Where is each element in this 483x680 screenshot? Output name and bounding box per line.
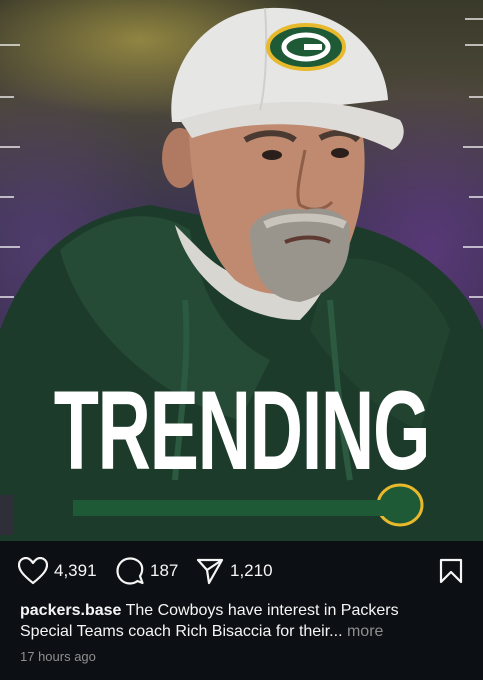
action-bar: 4,391 187 1,210 xyxy=(0,548,483,594)
share-button[interactable]: 1,210 xyxy=(196,556,273,586)
comment-button[interactable]: 187 xyxy=(116,556,178,586)
share-count: 1,210 xyxy=(230,561,273,580)
headline-text: TRENDING xyxy=(53,368,431,493)
caption-username[interactable]: packers.base xyxy=(20,602,121,619)
heart-icon xyxy=(18,557,48,585)
caption: packers.base The Cowboys have interest i… xyxy=(20,600,470,642)
caption-text-line2: Special Teams coach Rich Bisaccia for th… xyxy=(20,623,343,640)
post-timestamp: 17 hours ago xyxy=(20,649,96,664)
post-image[interactable]: TRENDING xyxy=(0,0,483,541)
bookmark-icon xyxy=(439,558,463,584)
like-count: 4,391 xyxy=(54,561,97,580)
save-button[interactable] xyxy=(439,558,463,589)
send-icon xyxy=(196,558,224,585)
headline: TRENDING xyxy=(0,356,483,506)
like-button[interactable]: 4,391 xyxy=(18,556,97,586)
caption-more-link[interactable]: more xyxy=(347,623,383,640)
comment-icon xyxy=(116,557,144,585)
comment-count: 187 xyxy=(150,561,179,580)
caption-text-line1: The Cowboys have interest in Packers xyxy=(125,602,399,619)
